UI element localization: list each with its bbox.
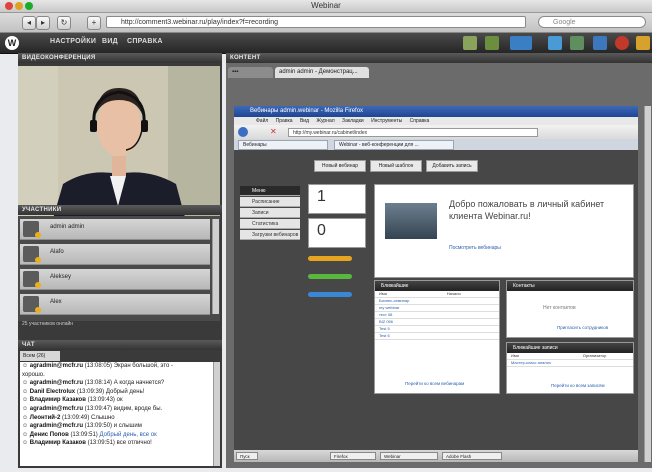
participant-row[interactable]: Aleksey xyxy=(20,269,210,290)
tab-previous[interactable]: ▪▪▪ xyxy=(228,67,273,78)
shared-tab: Вебинары xyxy=(238,140,328,150)
shared-menubar: Файл Правка Вид Журнал Закладки Инструме… xyxy=(234,117,638,125)
chat-message: ☺ Владимир Казаков (13:09:43) ок xyxy=(22,397,123,404)
shared-screen: Вебинары admin.webinar - Mozilla Firefox… xyxy=(234,106,638,462)
content-panel-title: КОНТЕНТ xyxy=(226,53,652,63)
chat-message: хорошо. xyxy=(22,371,45,378)
participant-row[interactable]: Alafo xyxy=(20,244,210,265)
shared-navbar: ✕ http://my.webinar.ru/cabinet/index xyxy=(234,125,638,139)
shared-welcome-subtitle: клиента Webinar.ru! xyxy=(449,211,531,221)
reload-button[interactable]: ↻ xyxy=(57,16,71,30)
shared-upcoming-card: Ближайшие Имя Начало Бизнес-семинар my we… xyxy=(374,280,500,394)
chat-message: ☺ agradmin@mcfr.ru (13:09:50) и слышим xyxy=(22,423,142,430)
stop-icon[interactable] xyxy=(615,36,629,50)
avatar xyxy=(23,221,41,238)
video-panel-title: ВИДЕОКОНФЕРЕНЦИЯ xyxy=(18,53,222,63)
menu-view[interactable]: ВИД xyxy=(102,38,118,45)
shared-records-card: Ближайшие записи Имя Организатор Мастер-к… xyxy=(506,342,634,394)
address-bar[interactable]: http://comment3.webinar.ru/play/index?f=… xyxy=(106,16,526,28)
chat-message: ☺ agradmin@mcfr.ru (13:09:47) видим, вро… xyxy=(22,405,163,412)
browser-toolbar: ◂ ▸ ↻ + http://comment3.webinar.ru/play/… xyxy=(0,13,652,33)
shared-welcome-card: Добро пожаловать в личный кабинет клиент… xyxy=(374,184,634,278)
shared-tab: Webinar - веб-конференции для ... xyxy=(334,140,454,150)
tab-screen-share[interactable]: admin admin - Демонстрац... xyxy=(275,67,369,78)
board-icon[interactable] xyxy=(463,36,477,50)
shared-progress-bar xyxy=(308,292,352,297)
shared-button: Новый шаблон xyxy=(370,160,422,172)
chat-tab-all[interactable]: Всем (26) xyxy=(20,351,60,361)
search-input[interactable]: Google xyxy=(538,16,646,28)
webinar-logo: W xyxy=(5,36,19,50)
content-scrollbar[interactable] xyxy=(644,106,651,462)
chat-message: ☺ Денис Попов (13:09:51) Добрый день, вс… xyxy=(22,431,157,438)
shared-taskbar-item: Adobe Flash xyxy=(442,452,502,460)
avatar xyxy=(23,246,41,263)
window-title: Webinar xyxy=(311,1,341,10)
address-text: http://comment3.webinar.ru/play/index?f=… xyxy=(121,19,279,26)
shared-nav-item: Загрузки вебинаров xyxy=(240,230,300,240)
content-panel: КОНТЕНТ ▪▪▪ admin admin - Демонстрац... … xyxy=(226,53,652,468)
participants-list: admin admin Alafo Aleksey Alex xyxy=(18,216,220,321)
chat-icon[interactable] xyxy=(593,36,607,50)
participant-name: Alex xyxy=(50,299,62,305)
chat-message: ☺ Danil Electrolux (13:09:39) Добрый ден… xyxy=(22,388,145,395)
window-titlebar: Webinar xyxy=(0,0,652,13)
left-column: ВИДЕОКОНФЕРЕНЦИЯ УЧАСТНИКИ admin admin A… xyxy=(18,53,222,468)
chat-messages: ☺ agradmin@mcfr.ru (13:08:05) Экран боль… xyxy=(20,362,220,466)
shared-taskbar-item: Пуск xyxy=(236,452,258,460)
participant-name: Alafo xyxy=(50,249,64,255)
shared-webinar-site: Новый вебинар Новый шаблон Добавить запи… xyxy=(234,150,638,450)
shared-tabbar: Вебинары Webinar - веб-конференции для .… xyxy=(234,139,638,150)
participants-scrollbar[interactable] xyxy=(212,219,219,314)
shared-progress-bar xyxy=(308,256,352,261)
shared-window-title: Вебинары admin.webinar - Mozilla Firefox xyxy=(234,106,638,117)
exit-icon[interactable] xyxy=(636,36,650,50)
chat-message: ☺ Владимир Казаков (13:09:51) все отличн… xyxy=(22,440,152,447)
shared-welcome-link: Посмотреть вебинары xyxy=(449,245,501,251)
participant-name: Aleksey xyxy=(50,274,72,280)
search-placeholder: Google xyxy=(553,19,576,26)
participant-row[interactable]: Alex xyxy=(20,294,210,315)
record-toggle-icon[interactable] xyxy=(510,36,532,50)
shared-nav-item: Статистика xyxy=(240,219,300,229)
participant-row[interactable]: admin admin xyxy=(20,219,210,240)
shared-address-bar: http://my.webinar.ru/cabinet/index xyxy=(288,128,538,137)
avatar xyxy=(23,271,41,288)
chat-message: ☺ agradmin@mcfr.ru (13:08:05) Экран боль… xyxy=(22,363,174,369)
participants-panel-title: УЧАСТНИКИ xyxy=(18,205,222,215)
forward-button[interactable]: ▸ xyxy=(36,16,50,30)
shared-nav-item: Меню xyxy=(240,186,300,196)
shared-welcome-title: Добро пожаловать в личный кабинет xyxy=(449,199,605,209)
add-bookmark-button[interactable]: + xyxy=(87,16,101,30)
shared-stat-card: 0 xyxy=(308,218,366,248)
chat-panel-title: ЧАТ xyxy=(18,340,222,350)
participants-count: 25 участников онлайн xyxy=(22,321,74,327)
shared-taskbar-item: Firefox xyxy=(330,452,376,460)
shared-contacts-card: Контакты Нет контактов Пригласить сотруд… xyxy=(506,280,634,338)
app-menubar: W НАСТРОЙКИ ВИД СПРАВКА xyxy=(0,33,652,54)
shared-stat-card: 1 xyxy=(308,184,366,214)
participant-name: admin admin xyxy=(50,224,85,230)
shared-button: Добавить запись xyxy=(426,160,478,172)
shared-button: Новый вебинар xyxy=(314,160,366,172)
chat-message: ☺ Леонтий-2 (13:09:49) Слышно xyxy=(22,414,115,421)
shared-progress-bar xyxy=(308,274,352,279)
participants-icon[interactable] xyxy=(570,36,584,50)
shared-stop-icon: ✕ xyxy=(270,127,277,136)
menu-help[interactable]: СПРАВКА xyxy=(127,38,163,45)
shared-nav-item: Записи xyxy=(240,208,300,218)
avatar xyxy=(23,296,41,313)
shared-welcome-image xyxy=(385,203,437,239)
shared-taskbar: Пуск Firefox Webinar Adobe Flash xyxy=(234,450,638,462)
hand-icon[interactable] xyxy=(485,36,499,50)
chat-scrollbar[interactable] xyxy=(213,362,220,466)
shared-nav-item: Расписание xyxy=(240,197,300,207)
screen-share-icon[interactable] xyxy=(548,36,562,50)
chat-message: ☺ agradmin@mcfr.ru (13:08:14) А когда на… xyxy=(22,380,165,387)
shared-taskbar-item: Webinar xyxy=(380,452,438,460)
back-button[interactable]: ◂ xyxy=(22,16,36,30)
shared-back-icon xyxy=(238,127,248,137)
menu-settings[interactable]: НАСТРОЙКИ xyxy=(50,38,96,45)
